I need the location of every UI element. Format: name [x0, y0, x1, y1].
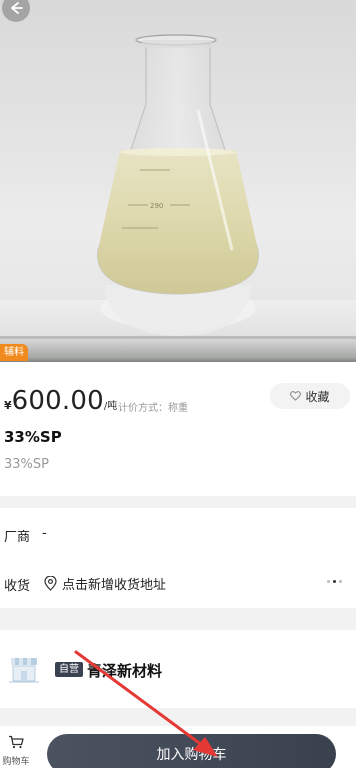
favorite-label: 收藏 — [305, 389, 330, 404]
dot — [327, 580, 330, 583]
flask-illustration: 290 — [97, 34, 259, 336]
back-arrow-icon — [11, 2, 23, 14]
shop-name: 青泽新材料 — [87, 662, 163, 680]
shipping-label: 收货 — [4, 579, 31, 594]
product-title: 33%SP — [4, 428, 62, 446]
price-unit: /吨 — [103, 401, 118, 412]
cart-label: 购物车 — [2, 757, 30, 767]
product-detail-page: 290 辅料 ¥600.00/吨 计价方式：称重 收藏 33%SP 33%SP … — [0, 0, 356, 768]
pricing-method: 计价方式：称重 — [118, 403, 188, 414]
add-address-text: 点击新增收货地址 — [62, 578, 167, 593]
location-pin-icon — [44, 576, 57, 591]
shop-card[interactable] — [0, 630, 356, 708]
cart-icon — [9, 735, 24, 749]
more-dots[interactable] — [327, 580, 342, 583]
category-tag: 辅料 — [0, 344, 28, 361]
add-address-link[interactable]: 点击新增收货地址 — [44, 574, 166, 593]
self-operated-badge: 自营 — [55, 662, 83, 677]
shop-icon — [9, 658, 39, 683]
cart-button[interactable]: 购物车 — [0, 734, 32, 767]
dot-active — [333, 580, 336, 583]
add-to-cart-button[interactable]: 加入购物车 — [47, 734, 336, 768]
price-value: 600.00 — [11, 386, 104, 416]
dot — [339, 580, 342, 583]
svg-text:290: 290 — [150, 202, 163, 210]
currency-symbol: ¥ — [4, 399, 12, 412]
product-image[interactable]: 290 辅料 — [0, 0, 356, 362]
product-subtitle: 33%SP — [4, 457, 49, 472]
manufacturer-value: - — [42, 526, 47, 541]
manufacturer-label: 厂商 — [4, 530, 31, 545]
favorite-button[interactable]: 收藏 — [270, 383, 350, 409]
info-card — [0, 508, 356, 608]
heart-icon — [290, 391, 302, 401]
price: ¥600.00/吨 — [4, 386, 117, 416]
